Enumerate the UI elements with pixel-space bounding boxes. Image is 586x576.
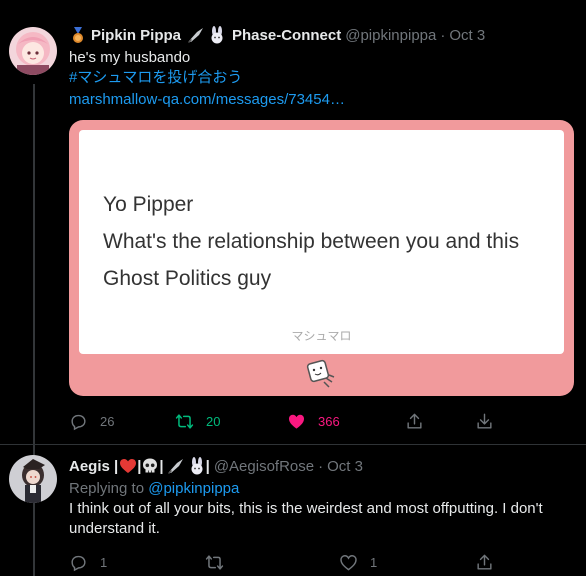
display-name-separator: | [159,457,164,475]
hashtag-link[interactable]: #マシュマロを投げ合おう [69,68,345,88]
url-link[interactable]: marshmallow-qa.com/messages/73454… [69,90,345,110]
separator: · [318,457,324,475]
heart-icon [120,459,137,473]
tweet-actions: 1 1 [69,550,569,574]
rabbit-icon [211,26,223,44]
retweet-button[interactable]: 20 [175,412,220,431]
skull-icon [143,458,158,473]
reply-button[interactable]: 1 [69,553,107,572]
like-count: 366 [318,413,340,429]
avatar-aegis[interactable] [9,455,57,503]
reply-count: 26 [100,413,115,429]
tweet-pipkin[interactable]: Pipkin Pippa Phase-Connect @pipkinpippa … [0,0,586,444]
like-count: 1 [370,554,378,570]
handle[interactable]: @AegisofRose [214,458,314,475]
timestamp[interactable]: Oct 3 [327,458,363,475]
separator: · [440,26,446,44]
display-name-text: Aegis | [69,457,119,475]
card-text: Yo Pipper What's the relationship betwee… [103,186,553,297]
download-button[interactable] [475,412,494,431]
display-name[interactable]: Pipkin Pippa Phase-Connect [91,26,341,44]
tweet-text: he's my husbando #マシュマロを投げ合おう marshmallo… [69,48,345,110]
like-button[interactable]: 366 [287,412,340,431]
retweet-icon [205,554,224,570]
card-footer: マシュマロ [291,329,352,343]
replying-to: Replying to @pipkinpippa [69,479,239,499]
timestamp[interactable]: Oct 3 [449,27,485,44]
avatar-image [9,27,57,75]
share-icon [477,554,492,570]
avatar-pipkin[interactable] [9,27,57,75]
knife-icon [188,28,204,43]
reply-button[interactable]: 26 [69,412,114,431]
medal-icon [73,27,83,43]
retweet-icon [175,413,194,429]
tweet-text-line: he's my husbando [69,49,191,66]
like-icon [340,554,357,571]
retweet-count: 20 [206,413,221,429]
marshmallow-card[interactable]: Yo Pipper What's the relationship betwee… [69,120,574,396]
handle[interactable]: @pipkinpippa [345,27,436,44]
like-button[interactable]: 1 [339,553,377,572]
display-name-suffix: Phase-Connect [232,26,342,44]
card-line: Yo Pipper [103,193,194,216]
marshmallow-logo-icon [306,359,335,388]
reply-icon [71,414,86,430]
display-name-separator: | [205,457,210,475]
knife-icon [167,459,183,474]
replying-to-link[interactable]: @pipkinpippa [148,480,239,497]
like-icon [288,414,305,429]
share-icon [407,413,422,429]
display-name-text: Pipkin Pippa [91,26,182,44]
display-name[interactable]: Aegis | | | | [69,457,210,475]
tweet-aegis[interactable]: Aegis | | | | @AegisofRose · Oct 3 Reply… [0,444,586,576]
tweet-header: Pipkin Pippa Phase-Connect @pipkinpippa … [69,26,485,44]
reply-count: 1 [100,554,108,570]
rabbit-icon [191,457,203,475]
share-button[interactable] [405,412,424,431]
card-line: What's the relationship between you and … [103,230,520,253]
card-message: Yo Pipper What's the relationship betwee… [79,130,564,354]
avatar-image [9,455,57,503]
tweet-header: Aegis | | | | @AegisofRose · Oct 3 [69,457,363,475]
tweet-actions: 26 20 366 [69,409,569,433]
tweet-text: I think out of all your bits, this is th… [69,500,543,537]
download-icon [477,413,492,429]
reply-icon [71,555,86,571]
replying-label: Replying to [69,480,145,497]
card-line: Ghost Politics guy [103,267,272,290]
retweet-button[interactable] [205,553,224,572]
share-button[interactable] [475,553,494,572]
